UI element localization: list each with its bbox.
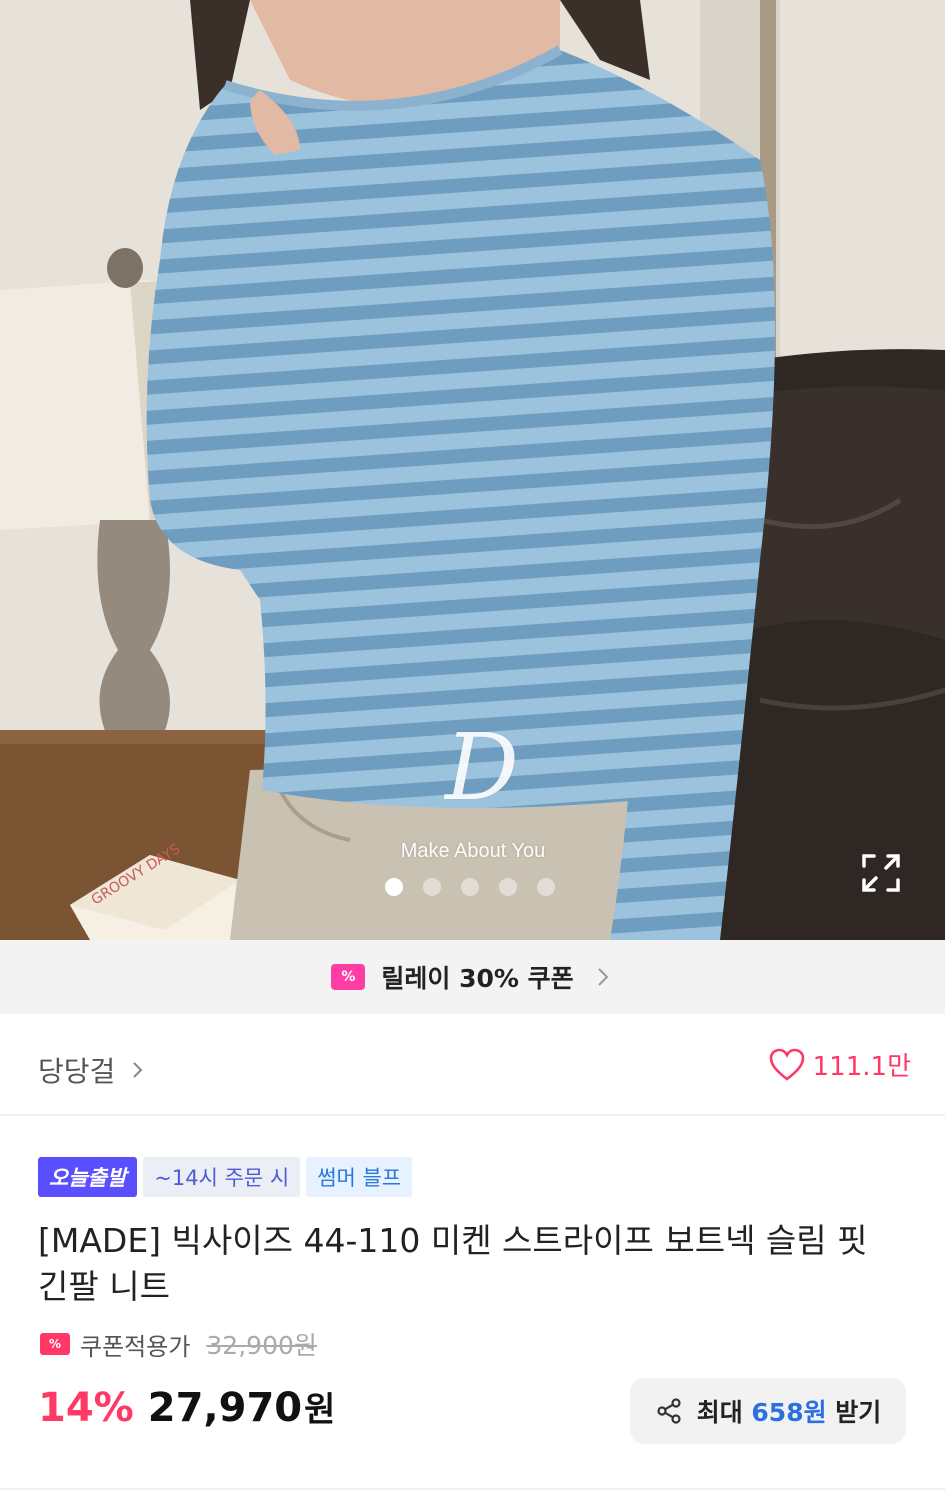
share-amount: 658원 (751, 1398, 827, 1427)
share-prefix: 최대 (696, 1398, 752, 1427)
expand-icon (862, 854, 900, 892)
badge-row: 오늘출발 ~14시 주문 시 썸머 블프 (38, 1157, 413, 1197)
currency-unit: 원 (304, 1390, 336, 1430)
carousel-dot[interactable] (385, 878, 403, 896)
product-title: [MADE] 빅사이즈 44-110 미켄 스트라이프 보트넥 슬림 핏 긴팔 … (38, 1221, 868, 1306)
percent-coupon-icon: % (331, 964, 366, 990)
event-badge: 썸머 블프 (306, 1157, 413, 1197)
share-reward-button[interactable]: 최대 658원 받기 (630, 1378, 906, 1444)
coupon-icon: % (40, 1333, 70, 1355)
carousel-dot[interactable] (423, 878, 441, 896)
share-suffix: 받기 (826, 1398, 882, 1427)
store-link[interactable]: 당당걸 (38, 1050, 147, 1090)
share-reward-label: 최대 658원 받기 (697, 1393, 882, 1429)
order-deadline-badge: ~14시 주문 시 (143, 1157, 301, 1197)
heart-icon (769, 1048, 804, 1081)
share-icon (657, 1398, 681, 1424)
chevron-right-icon (597, 968, 609, 986)
like-button[interactable]: 111.1만 (769, 1046, 911, 1083)
watermark-text: Make About You (400, 840, 546, 862)
watermark-monogram: D (445, 714, 519, 821)
coupon-price-label: 쿠폰적용가 (80, 1332, 191, 1361)
brand-watermark: D Make About You (388, 718, 558, 863)
sale-price: 27,970 (147, 1385, 303, 1431)
carousel-dot[interactable] (537, 878, 555, 896)
coupon-banner-label: 릴레이 30% 쿠폰 (381, 964, 574, 993)
fullscreen-button[interactable] (858, 850, 904, 896)
store-name: 당당걸 (38, 1055, 116, 1088)
relay-coupon-banner[interactable]: % 릴레이 30% 쿠폰 (0, 940, 945, 1014)
original-price: 32,900원 (206, 1331, 317, 1360)
price-row: 14% 27,970 원 (38, 1382, 335, 1431)
product-image-carousel[interactable]: GROOVY DAYS D Make About You (0, 0, 945, 940)
discount-rate: 14% (38, 1385, 134, 1431)
carousel-dot[interactable] (461, 878, 479, 896)
like-count: 111.1만 (812, 1052, 911, 1082)
coupon-price-row: % 쿠폰적용가 32,900원 (40, 1326, 317, 1362)
today-shipping-badge: 오늘출발 (38, 1157, 138, 1197)
divider (0, 1488, 945, 1490)
carousel-indicator (385, 878, 555, 896)
carousel-dot[interactable] (499, 878, 517, 896)
store-row: 당당걸 111.1만 (0, 1014, 945, 1116)
chevron-right-icon (133, 1062, 143, 1078)
